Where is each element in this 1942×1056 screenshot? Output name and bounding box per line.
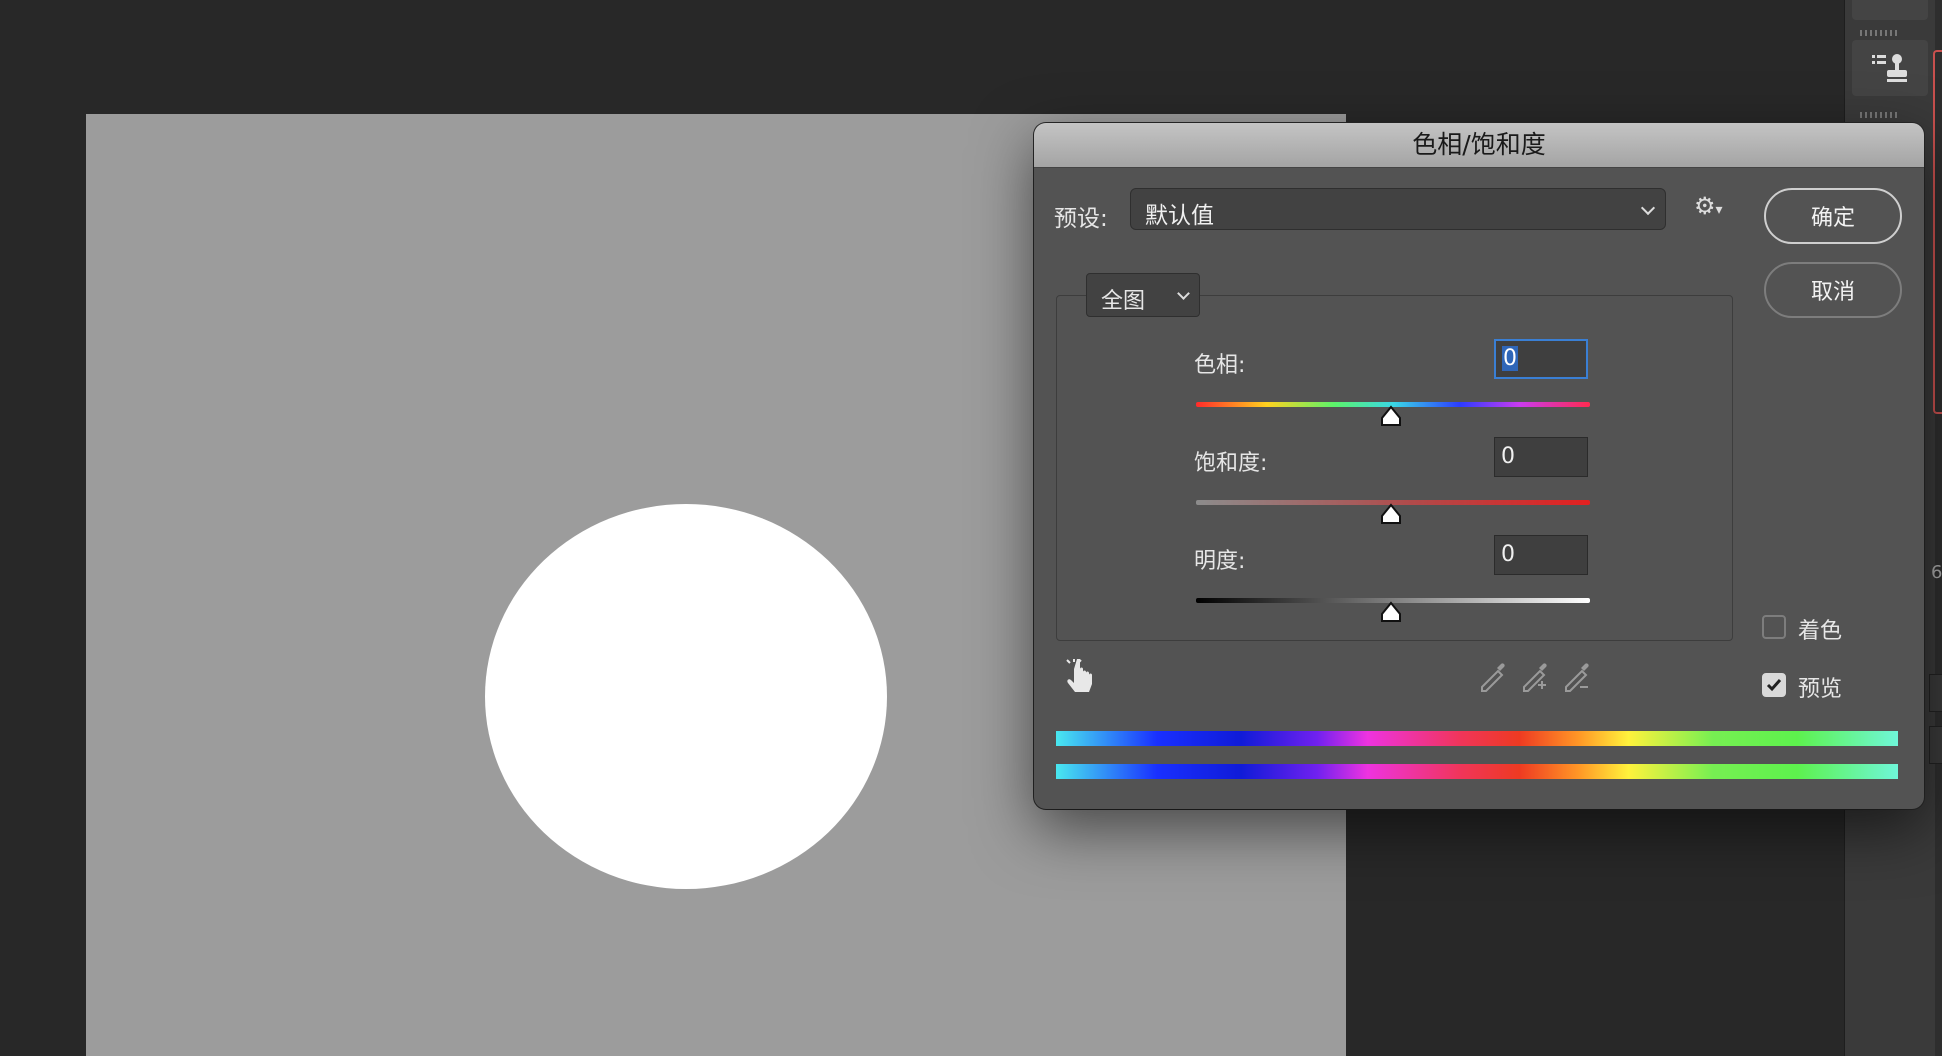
eyedropper-icon[interactable] [1476, 659, 1510, 693]
panel-button-top[interactable] [1852, 0, 1928, 20]
preset-select[interactable]: 默认值 [1130, 188, 1666, 230]
preview-label[interactable]: 预览 [1798, 671, 1842, 703]
add-eyedropper-icon[interactable] [1518, 659, 1552, 693]
preset-value: 默认值 [1145, 203, 1214, 229]
lightness-label: 明度: [1194, 549, 1246, 574]
colorize-checkbox[interactable] [1762, 615, 1786, 639]
panel-edge-field[interactable] [1929, 726, 1942, 764]
stamp-list-icon [1872, 54, 1907, 82]
channel-value: 全图 [1101, 289, 1146, 314]
ok-button[interactable]: 确定 [1764, 188, 1902, 244]
adjustment-group [1056, 295, 1733, 641]
input-color-ramp [1056, 731, 1898, 746]
colorize-label[interactable]: 着色 [1798, 613, 1842, 645]
hue-input[interactable]: 0 [1494, 339, 1588, 379]
cancel-button[interactable]: 取消 [1764, 262, 1902, 318]
preset-label: 预设: [1054, 206, 1108, 232]
saturation-slider-thumb[interactable] [1380, 503, 1402, 525]
hue-slider-thumb[interactable] [1380, 405, 1402, 427]
saturation-label: 饱和度: [1194, 451, 1268, 476]
panel-edge-field[interactable] [1929, 674, 1942, 712]
white-circle-shape[interactable] [485, 504, 887, 889]
hue-value: 0 [1502, 346, 1518, 371]
subtract-eyedropper-icon[interactable] [1560, 659, 1594, 693]
targeted-adjustment-hand-icon[interactable] [1064, 659, 1098, 697]
chevron-down-icon [1640, 200, 1656, 216]
layer-selection-highlight [1933, 50, 1942, 414]
hue-saturation-dialog: 色相/饱和度 预设: 默认值 ⚙▾ 确定 取消 全图 色相: 0 饱和度: 0 … [1034, 123, 1924, 809]
panel-edge-value: 6 [1931, 562, 1942, 583]
checkmark-icon [1766, 679, 1782, 692]
channel-select[interactable]: 全图 [1086, 273, 1200, 317]
panel-grip[interactable] [1860, 30, 1900, 36]
preview-checkbox[interactable] [1762, 673, 1786, 697]
lightness-input[interactable]: 0 [1494, 535, 1588, 575]
clone-source-panel-button[interactable] [1852, 40, 1928, 96]
saturation-input[interactable]: 0 [1494, 437, 1588, 477]
lightness-slider-thumb[interactable] [1380, 601, 1402, 623]
output-color-ramp [1056, 764, 1898, 779]
hue-label: 色相: [1194, 353, 1246, 378]
dialog-title[interactable]: 色相/饱和度 [1034, 123, 1924, 168]
chevron-down-icon [1177, 287, 1190, 300]
gear-icon[interactable]: ⚙▾ [1694, 192, 1723, 220]
panel-grip[interactable] [1860, 112, 1900, 118]
